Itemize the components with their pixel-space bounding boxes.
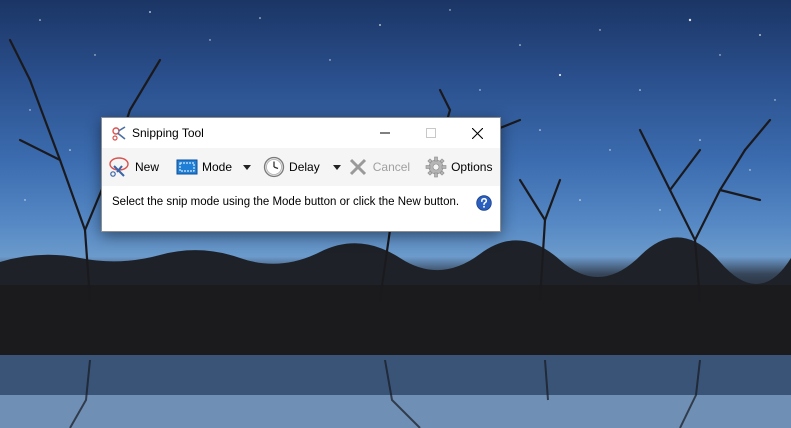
scissors-icon — [110, 124, 128, 142]
delay-button[interactable]: Delay — [260, 152, 322, 182]
scissors-icon — [108, 155, 132, 179]
close-icon — [471, 127, 483, 139]
maximize-button[interactable] — [408, 118, 454, 148]
status-message-area: Select the snip mode using the Mode butt… — [102, 186, 500, 231]
options-button[interactable]: Options — [422, 152, 494, 182]
window-controls — [362, 118, 500, 148]
delay-dropdown-arrow[interactable] — [330, 152, 344, 182]
close-button[interactable] — [454, 118, 500, 148]
gear-icon — [424, 155, 448, 179]
chevron-down-icon — [332, 164, 341, 170]
minimize-icon — [380, 132, 390, 134]
mode-label: Mode — [202, 160, 233, 174]
mode-button[interactable]: Mode — [173, 152, 234, 182]
delay-label: Delay — [289, 160, 320, 174]
new-button[interactable]: New — [106, 152, 161, 182]
chevron-down-icon — [243, 164, 252, 170]
cancel-button[interactable]: Cancel — [344, 152, 412, 182]
clock-icon — [262, 155, 286, 179]
rectangle-snip-icon — [175, 155, 199, 179]
options-label: Options — [451, 160, 493, 174]
help-icon[interactable] — [476, 195, 492, 211]
x-icon — [346, 155, 370, 179]
cancel-label: Cancel — [372, 160, 411, 174]
snipping-tool-window: Snipping Tool New Mode Delay Cancel Opti… — [101, 117, 501, 232]
window-title: Snipping Tool — [132, 126, 204, 140]
maximize-icon — [426, 128, 436, 138]
toolbar: New Mode Delay Cancel Options — [102, 148, 500, 186]
mode-dropdown-arrow[interactable] — [240, 152, 254, 182]
minimize-button[interactable] — [362, 118, 408, 148]
new-label: New — [135, 160, 160, 174]
status-message: Select the snip mode using the Mode butt… — [112, 196, 460, 208]
title-bar[interactable]: Snipping Tool — [102, 118, 500, 148]
